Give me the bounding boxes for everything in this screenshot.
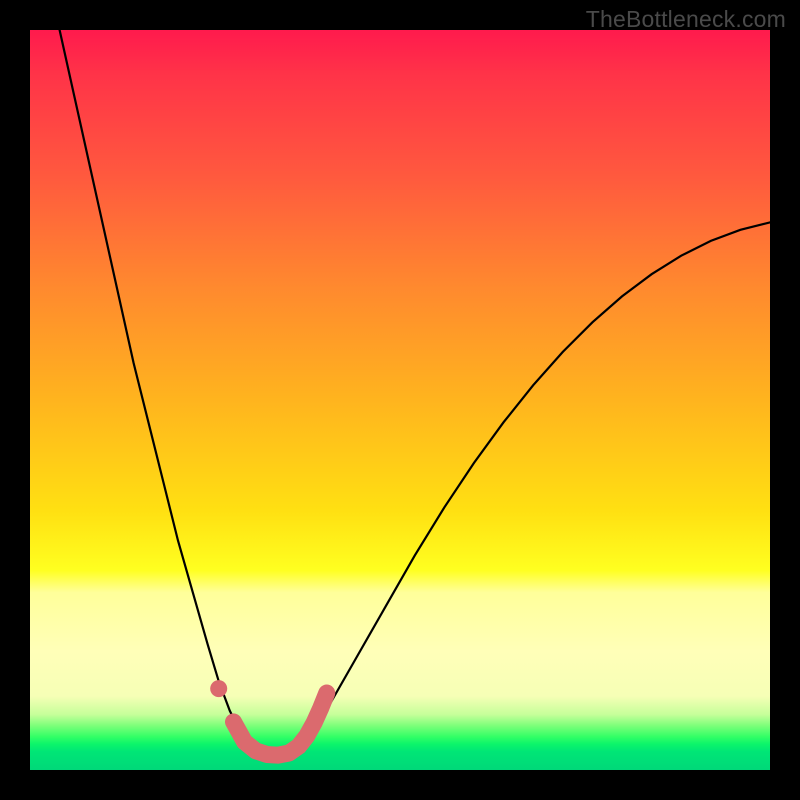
chart-frame: TheBottleneck.com xyxy=(0,0,800,800)
highlight-segment xyxy=(234,693,327,755)
plot-area xyxy=(30,30,770,770)
highlight-dot xyxy=(210,680,227,697)
watermark-text: TheBottleneck.com xyxy=(586,6,786,33)
bottleneck-curve xyxy=(60,30,770,755)
curve-layer xyxy=(30,30,770,770)
